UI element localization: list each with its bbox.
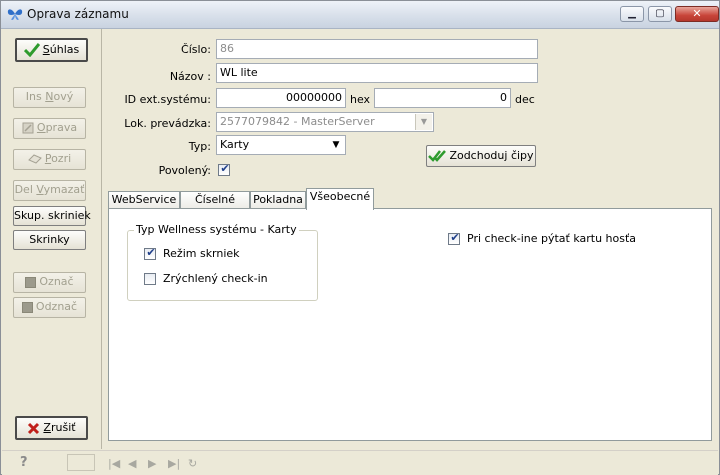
- last-record-icon[interactable]: ▶|: [168, 457, 180, 470]
- zodchoduj-cipy-button[interactable]: Zodchoduj čipy: [426, 145, 536, 167]
- rezim-skrniek-checkbox[interactable]: ✔: [144, 246, 156, 260]
- pozri-button[interactable]: Pozri: [13, 149, 86, 170]
- del-vymazat-button[interactable]: Del Vymazať: [13, 180, 86, 201]
- zrusit-button[interactable]: Zrušiť: [15, 416, 88, 440]
- main-window: Oprava záznamu ▁ ▢ ✕ Súhlas Ins Nový Opr…: [0, 0, 720, 475]
- oprava-button[interactable]: Oprava: [13, 118, 86, 139]
- maximize-button[interactable]: ▢: [648, 6, 672, 22]
- status-panel: [67, 454, 95, 471]
- tab-ciselne-rady[interactable]: Číselné rady: [180, 191, 250, 222]
- wellness-type-group: Typ Wellness systému - Karty ✔ Režim skr…: [127, 223, 318, 301]
- oznac-button[interactable]: Označ: [13, 272, 86, 293]
- status-bar: ? |◀ ◀ ▶ ▶| ↻: [2, 450, 718, 475]
- checkin-pytat-kartu-checkbox[interactable]: ✔: [448, 231, 460, 245]
- double-check-icon: [428, 150, 447, 162]
- idext-label: ID ext.systému:: [124, 93, 211, 106]
- checkmark-icon: ✔: [220, 162, 230, 175]
- idext-hex-field[interactable]: 00000000: [216, 88, 346, 108]
- typ-select[interactable]: Karty ▼: [216, 135, 346, 155]
- checkbox-unchecked-icon: [21, 301, 33, 313]
- minimize-button[interactable]: ▁: [620, 6, 644, 22]
- checkmark-icon: ✔: [146, 246, 156, 259]
- close-icon: ✕: [692, 7, 702, 20]
- skup-skriniek-button[interactable]: Skup. skriniek: [13, 206, 91, 226]
- chevron-down-icon: ▼: [328, 137, 344, 153]
- zrychleny-checkin-label: Zrýchlený check-in: [163, 272, 268, 285]
- maximize-icon: ▢: [655, 8, 665, 19]
- tab-pokladna[interactable]: Pokladna: [250, 191, 306, 209]
- check-icon: [23, 43, 40, 57]
- rezim-skrniek-label: Režim skrniek: [163, 247, 240, 260]
- tab-webservice[interactable]: WebService: [108, 191, 180, 209]
- minimize-icon: ▁: [628, 8, 636, 19]
- prevadzka-select[interactable]: 2577079842 - MasterServer ▼: [216, 112, 434, 132]
- chevron-down-icon: ▼: [415, 114, 432, 130]
- typ-label: Typ:: [188, 140, 211, 153]
- prev-record-icon[interactable]: ◀: [128, 457, 136, 470]
- help-icon[interactable]: ?: [20, 455, 28, 470]
- suhlas-button[interactable]: Súhlas: [15, 38, 88, 62]
- cislo-field[interactable]: 86: [216, 39, 538, 59]
- cislo-label: Číslo:: [181, 43, 211, 56]
- title-bar: Oprava záznamu ▁ ▢ ✕: [1, 1, 719, 29]
- eraser-icon: [27, 154, 42, 164]
- prevadzka-label: Lok. prevádzka:: [124, 117, 211, 130]
- window-title: Oprava záznamu: [27, 7, 129, 21]
- butterfly-icon: [7, 9, 23, 20]
- command-panel: Súhlas Ins Nový Oprava Pozri Del Vymazať…: [2, 29, 102, 449]
- refresh-icon[interactable]: ↻: [188, 457, 197, 470]
- checkin-pytat-kartu-label: Pri check-ine pýtať kartu hosťa: [467, 232, 637, 245]
- close-button[interactable]: ✕: [675, 6, 719, 22]
- nazov-label: Názov :: [169, 70, 211, 83]
- idext-dec-field[interactable]: 0: [374, 88, 511, 108]
- checkmark-icon: ✔: [450, 231, 460, 244]
- nazov-field[interactable]: WL lite: [216, 63, 538, 83]
- next-record-icon[interactable]: ▶: [148, 457, 156, 470]
- ins-novy-button[interactable]: Ins Nový: [13, 87, 86, 108]
- povoleny-checkbox[interactable]: ✔: [218, 162, 230, 176]
- skrinky-button[interactable]: Skrinky: [13, 230, 86, 250]
- dec-label: dec: [515, 93, 535, 106]
- cancel-x-icon: [28, 422, 40, 434]
- first-record-icon[interactable]: |◀: [108, 457, 120, 470]
- povoleny-label: Povolený:: [158, 164, 211, 177]
- checkbox-checked-icon: [25, 276, 37, 288]
- zrychleny-checkin-checkbox[interactable]: [144, 273, 156, 285]
- odznac-button[interactable]: Odznač: [13, 297, 86, 318]
- tab-panel-vseobecne: Typ Wellness systému - Karty ✔ Režim skr…: [108, 208, 712, 441]
- hex-label: hex: [350, 93, 371, 106]
- tab-vseobecne[interactable]: Všeobecné: [306, 188, 374, 210]
- edit-icon: [22, 122, 34, 134]
- wellness-type-group-title: Typ Wellness systému - Karty: [134, 223, 299, 236]
